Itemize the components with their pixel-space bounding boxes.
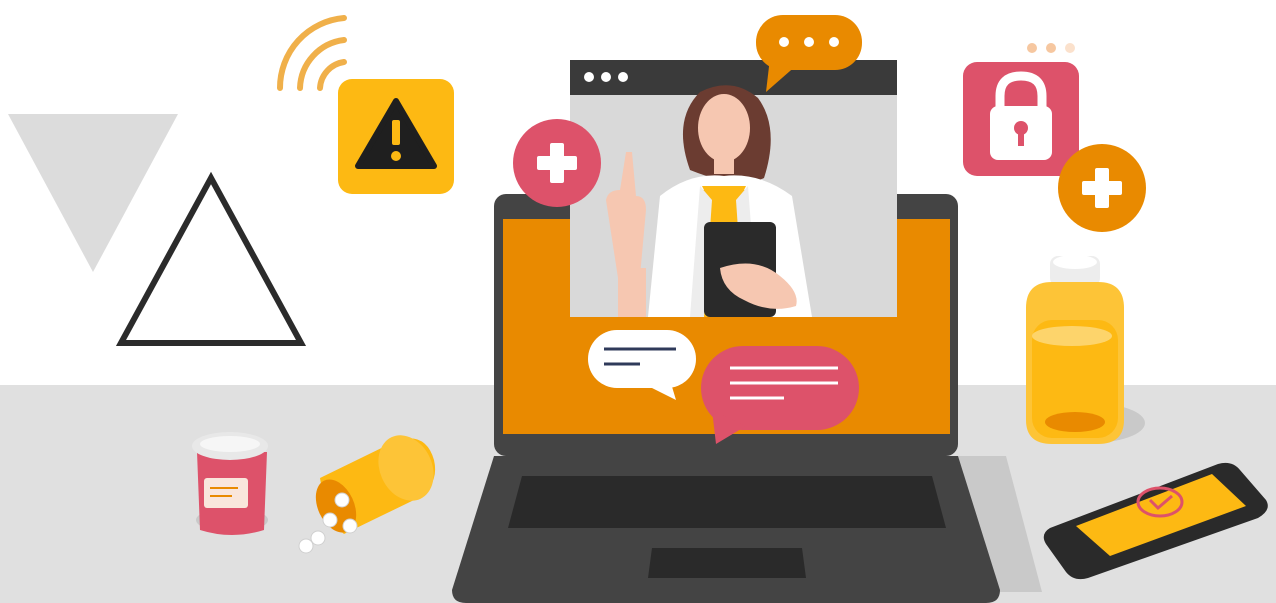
lock-card: [963, 62, 1079, 176]
warning-card: [338, 79, 454, 194]
pill-icon: [322, 512, 338, 528]
loading-dot-icon: [1046, 43, 1056, 53]
laptop-trackpad: [648, 548, 806, 578]
laptop-keyboard: [508, 476, 946, 528]
pill-bottle-pink: [192, 432, 268, 535]
window-dot-icon: [618, 72, 628, 82]
telemedicine-illustration: [0, 0, 1276, 603]
pill-icon: [310, 530, 326, 546]
loading-dot-icon: [1065, 43, 1075, 53]
typing-dots-icon: [779, 37, 789, 47]
window-dot-icon: [584, 72, 594, 82]
pill-icon: [342, 518, 358, 534]
medical-plus-badge: [513, 119, 601, 207]
pill-icon: [298, 538, 314, 554]
loading-dot-icon: [1027, 43, 1037, 53]
medical-plus-badge-right: [1058, 144, 1146, 232]
window-dot-icon: [601, 72, 611, 82]
video-call-window: [570, 60, 897, 317]
pill-icon: [334, 492, 350, 508]
